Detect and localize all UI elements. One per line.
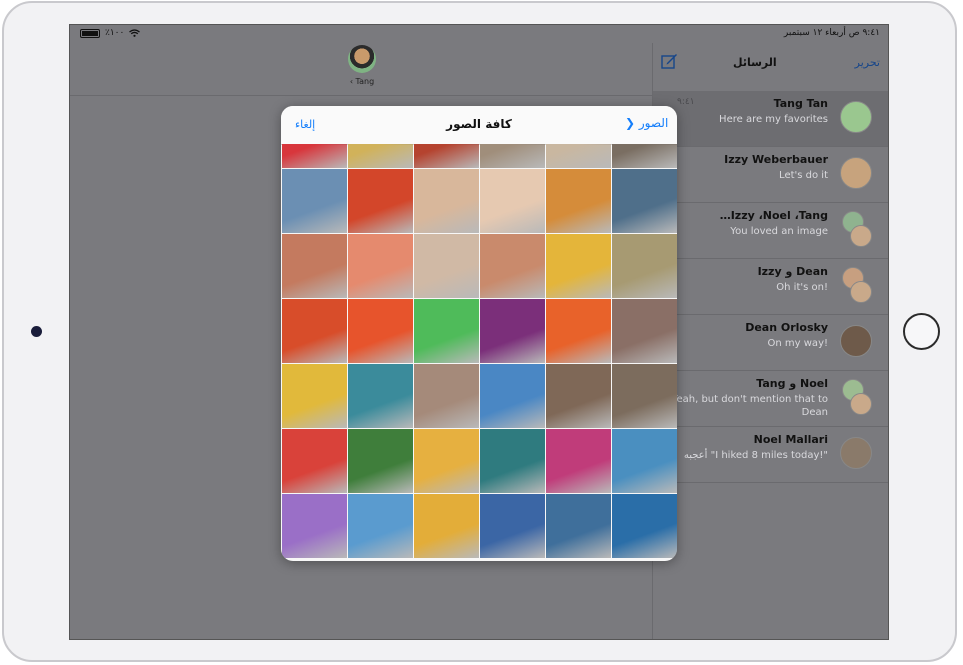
conversation-header: ‹ Tang (70, 43, 652, 96)
photo-thumbnail[interactable] (480, 234, 545, 298)
message-time: ٩:٤١ (677, 97, 695, 107)
conversation-row[interactable]: Noel Mallari أعجبه "I hiked 8 miles today… (653, 427, 888, 483)
conversation-name: Izzy و Dean (757, 265, 828, 278)
avatar (840, 157, 872, 189)
photo-thumbnail[interactable] (480, 299, 545, 363)
conversation-row[interactable]: …Izzy ،Noel ،Tang You loved an image (653, 203, 888, 259)
avatar (850, 225, 872, 247)
photo-thumbnail[interactable] (348, 429, 413, 493)
wifi-icon (129, 29, 141, 37)
photo-thumbnail[interactable] (414, 429, 479, 493)
conversation-name: Noel Mallari (753, 433, 828, 446)
battery-icon (80, 28, 100, 38)
photo-thumbnail[interactable] (546, 169, 611, 233)
photo-thumbnail[interactable] (612, 364, 677, 428)
photo-thumbnail[interactable] (546, 364, 611, 428)
photo-thumbnail[interactable] (414, 144, 479, 168)
avatar (840, 437, 872, 469)
photo-picker-header: ❯ الصور كافة الصور إلغاء (281, 106, 677, 145)
message-preview: أعجبه "I hiked 8 miles today!" (683, 450, 828, 461)
photo-thumbnail[interactable] (282, 364, 347, 428)
photo-thumbnail[interactable] (282, 234, 347, 298)
conversation-row[interactable]: Dean Orlosky On my way! (653, 315, 888, 371)
photo-thumbnail[interactable] (546, 144, 611, 168)
photo-thumbnail[interactable] (348, 234, 413, 298)
photo-thumbnail[interactable] (612, 429, 677, 493)
photo-thumbnail[interactable] (480, 429, 545, 493)
messages-title: الرسائل (733, 56, 777, 69)
message-preview: Oh it's on! (776, 282, 828, 293)
photo-thumbnail[interactable] (414, 299, 479, 363)
avatar (840, 325, 872, 357)
photo-thumbnail[interactable] (348, 299, 413, 363)
photo-thumbnail[interactable] (348, 144, 413, 168)
photo-grid (281, 144, 677, 561)
conversation-name: …Izzy ،Noel ،Tang (719, 209, 828, 222)
photo-thumbnail[interactable] (612, 494, 677, 558)
compose-icon[interactable] (661, 53, 678, 70)
photo-thumbnail[interactable] (348, 494, 413, 558)
photo-thumbnail[interactable] (282, 494, 347, 558)
photo-thumbnail[interactable] (546, 299, 611, 363)
message-preview: Let's do it (779, 170, 828, 181)
datetime: ٩:٤١ ص أربعاء ١٢ سبتمبر (783, 28, 880, 38)
status-bar: ٪١٠٠ ٩:٤١ ص أربعاء ١٢ سبتمبر (70, 25, 888, 43)
avatar (850, 281, 872, 303)
message-preview: You loved an image (730, 226, 828, 237)
photo-thumbnail[interactable] (546, 429, 611, 493)
avatar (850, 393, 872, 415)
photo-thumbnail[interactable] (414, 364, 479, 428)
photo-thumbnail[interactable] (612, 299, 677, 363)
front-camera (31, 326, 42, 337)
message-preview: Yeah, but don't mention that to Dean (671, 394, 828, 418)
conversation-row[interactable]: Izzy و Dean Oh it's on! (653, 259, 888, 315)
ipad-screen: ٪١٠٠ ٩:٤١ ص أربعاء ١٢ سبتمبر ‹ Tang الرس… (69, 24, 889, 640)
photo-thumbnail[interactable] (282, 169, 347, 233)
conversation-row[interactable]: Tang Tan Here are my favorites ٩:٤١ (653, 91, 888, 147)
photo-thumbnail[interactable] (414, 494, 479, 558)
photo-thumbnail[interactable] (612, 169, 677, 233)
photo-picker-title: كافة الصور (446, 117, 512, 131)
conversation-row[interactable]: Izzy Weberbauer Let's do it (653, 147, 888, 203)
home-button[interactable] (903, 313, 940, 350)
messages-list-header: الرسائل تحرير (653, 43, 888, 92)
photo-thumbnail[interactable] (282, 144, 347, 168)
cancel-button[interactable]: إلغاء (295, 118, 315, 131)
photo-thumbnail[interactable] (480, 144, 545, 168)
avatar (840, 101, 872, 133)
conversation-row[interactable]: Tang و Noel Yeah, but don't mention that … (653, 371, 888, 427)
photo-thumbnail[interactable] (480, 364, 545, 428)
contact-avatar[interactable] (348, 45, 376, 73)
contact-name[interactable]: ‹ Tang (340, 77, 384, 86)
conversation-name: Tang و Noel (756, 377, 828, 390)
battery-percent: ٪١٠٠ (105, 28, 125, 38)
message-preview: On my way! (767, 338, 828, 349)
conversation-name: Tang Tan (773, 97, 828, 110)
photo-thumbnail[interactable] (414, 234, 479, 298)
photo-thumbnail[interactable] (282, 299, 347, 363)
message-preview: Here are my favorites (719, 114, 828, 125)
photo-thumbnail[interactable] (546, 234, 611, 298)
photo-thumbnail[interactable] (348, 169, 413, 233)
photo-thumbnail[interactable] (348, 364, 413, 428)
photo-thumbnail[interactable] (480, 494, 545, 558)
photo-thumbnail[interactable] (282, 429, 347, 493)
conversation-name: Izzy Weberbauer (724, 153, 828, 166)
conversation-name: Dean Orlosky (745, 321, 828, 334)
photo-thumbnail[interactable] (414, 169, 479, 233)
photo-thumbnail[interactable] (480, 169, 545, 233)
photo-thumbnail[interactable] (546, 494, 611, 558)
photo-thumbnail[interactable] (612, 144, 677, 168)
edit-button[interactable]: تحرير (855, 56, 880, 69)
photo-thumbnail[interactable] (612, 234, 677, 298)
photo-picker-popover: ❯ الصور كافة الصور إلغاء (281, 106, 677, 561)
